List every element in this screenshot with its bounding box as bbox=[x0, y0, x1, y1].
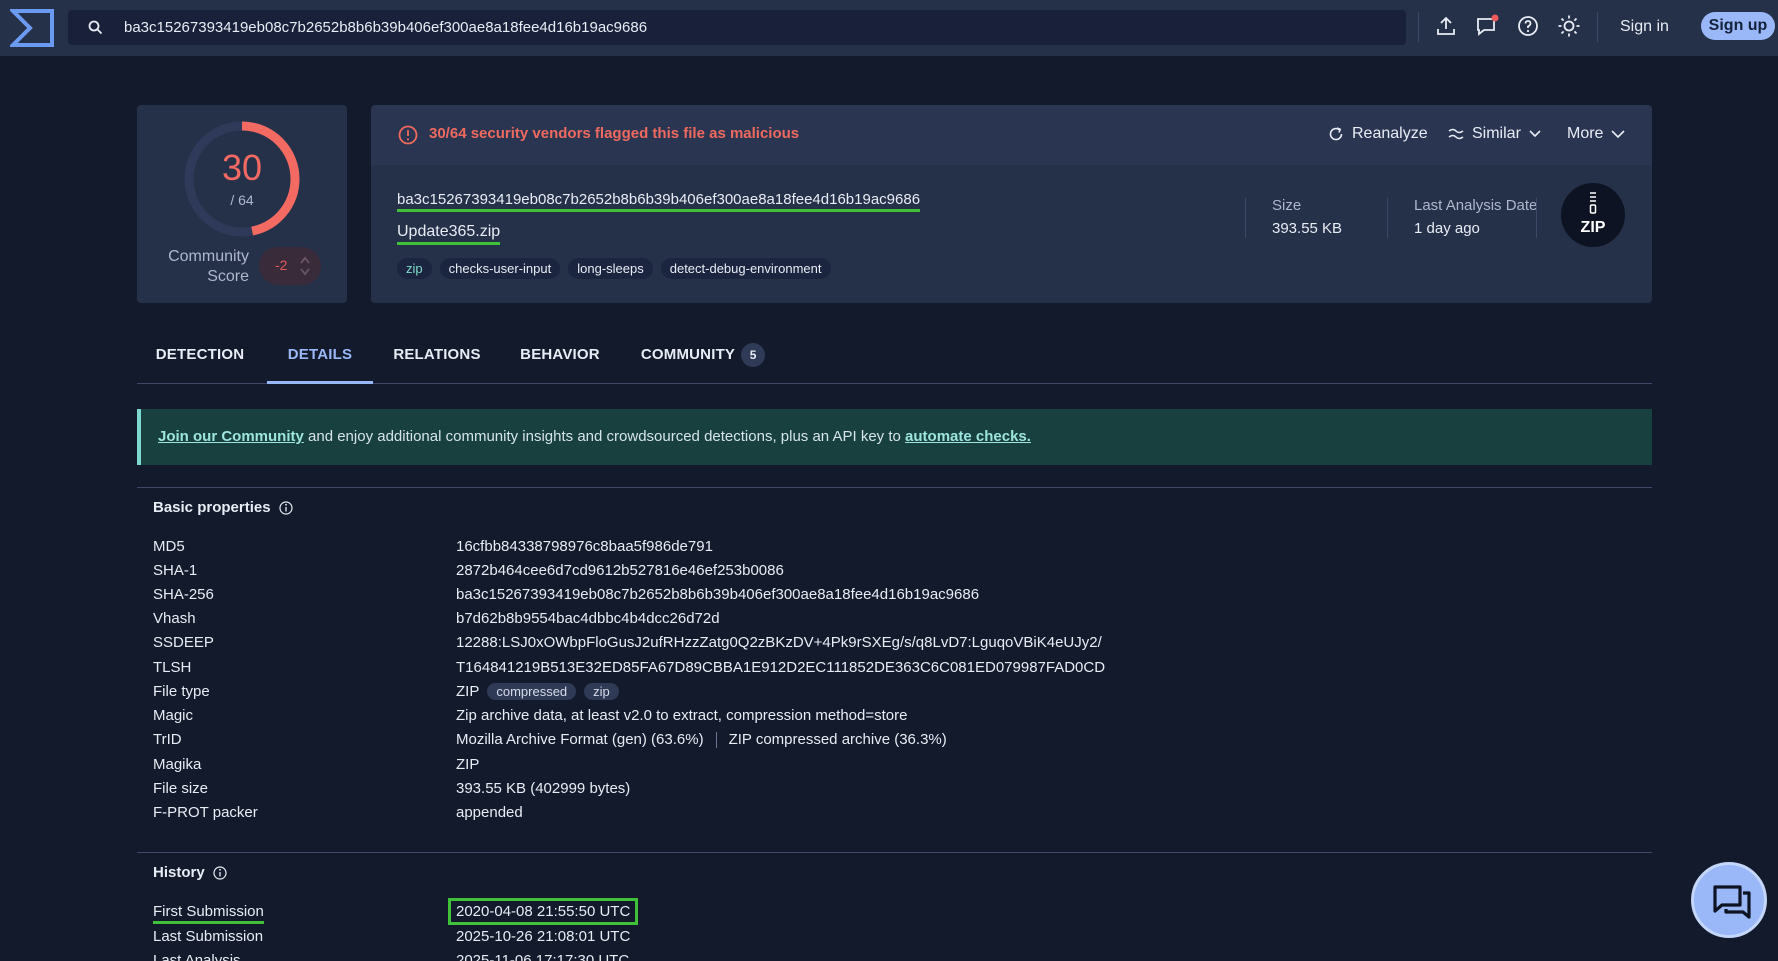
property-row-vhash: Vhash b7d62b8b9554bac4dbbc4b4dcc26d72d bbox=[153, 610, 720, 627]
last-analysis-value: 1 day ago bbox=[1414, 220, 1480, 237]
size-value: 393.55 KB bbox=[1272, 220, 1343, 237]
tag[interactable]: zip bbox=[584, 683, 619, 700]
property-row-file-size: File size 393.55 KB (402999 bytes) bbox=[153, 780, 631, 797]
chevron-down-icon bbox=[1611, 129, 1626, 138]
history-heading: History bbox=[153, 864, 227, 881]
detections-count: 30 bbox=[221, 147, 263, 188]
property-row-file-type: File type ZIP compressed zip bbox=[153, 683, 1553, 707]
divider bbox=[1597, 12, 1598, 42]
community-banner: Join our Community and enjoy additional … bbox=[137, 409, 1652, 465]
help-icon[interactable] bbox=[1516, 14, 1540, 38]
banner-text: and enjoy additional community insights … bbox=[303, 428, 906, 445]
divider bbox=[715, 732, 717, 749]
community-count-badge: 5 bbox=[741, 343, 766, 368]
property-row-magika: Magika ZIP bbox=[153, 756, 480, 773]
property-row-ssdeep: SSDEEP 12288:LSJ0xOWbpFloGusJ2ufRHzzZatg0… bbox=[153, 634, 1102, 651]
similar-icon bbox=[1448, 128, 1464, 140]
community-score-pill[interactable]: -2 bbox=[259, 247, 321, 285]
divider bbox=[137, 487, 1652, 488]
report-tabs: DETECTION DETAILS RELATIONS BEHAVIOR COM… bbox=[137, 330, 1652, 384]
tag[interactable]: compressed bbox=[487, 683, 577, 700]
search-input[interactable] bbox=[124, 10, 1384, 45]
tab-relations[interactable]: RELATIONS bbox=[377, 330, 497, 384]
property-row-sha256: SHA-256 ba3c15267393419eb08c7b2652b8b6b39… bbox=[153, 586, 980, 603]
tag[interactable]: detect-debug-environment bbox=[660, 258, 831, 279]
tag[interactable]: long-sleeps bbox=[568, 258, 653, 279]
property-row-fprot-packer: F-PROT packer appended bbox=[153, 804, 523, 821]
divider bbox=[1387, 198, 1388, 238]
chevron-down-icon bbox=[1529, 130, 1541, 138]
total-vendors: / 64 bbox=[230, 192, 254, 208]
more-dropdown[interactable]: More bbox=[1567, 125, 1626, 143]
sign-up-button[interactable]: Sign up bbox=[1701, 12, 1775, 40]
size-label: Size bbox=[1272, 197, 1302, 214]
info-icon[interactable] bbox=[213, 865, 227, 880]
first-submission-date: 2020-04-08 21:55:50 UTC bbox=[448, 898, 639, 925]
vote-arrows-icon[interactable] bbox=[299, 255, 311, 277]
file-hash-link[interactable]: ba3c15267393419eb08c7b2652b8b6b39b406ef3… bbox=[397, 191, 921, 212]
divider bbox=[137, 852, 1652, 853]
file-name: Update365.zip bbox=[397, 223, 501, 245]
divider bbox=[1245, 198, 1246, 238]
search-bar[interactable] bbox=[68, 10, 1406, 45]
alert-icon bbox=[398, 125, 418, 145]
property-row-sha1: SHA-1 2872b464cee6d7cd9612b527816e46ef253… bbox=[153, 562, 784, 579]
history-row-last-analysis: Last Analysis 2025-11-06 17:17:30 UTC bbox=[153, 952, 630, 961]
property-row-trid: TrID Mozilla Archive Format (gen) (63.6%… bbox=[153, 731, 947, 749]
tab-details[interactable]: DETAILS bbox=[267, 330, 373, 384]
tag[interactable]: zip bbox=[397, 258, 432, 279]
refresh-icon bbox=[1329, 127, 1343, 141]
tab-detection[interactable]: DETECTION bbox=[137, 330, 263, 384]
history-row-last-submission: Last Submission 2025-10-26 21:08:01 UTC bbox=[153, 928, 631, 945]
tab-behavior[interactable]: BEHAVIOR bbox=[501, 330, 619, 384]
sign-in-link[interactable]: Sign in bbox=[1620, 13, 1669, 41]
file-summary-card: 30/64 security vendors flagged this file… bbox=[371, 105, 1652, 303]
top-bar: Sign in Sign up bbox=[0, 0, 1778, 56]
property-row-md5: MD5 16cfbb84338798976c8baa5f986de791 bbox=[153, 538, 713, 555]
automate-checks-link[interactable]: automate checks. bbox=[905, 428, 1031, 445]
community-score-label: Community Score bbox=[168, 248, 249, 285]
community-score-value: -2 bbox=[275, 257, 288, 273]
malicious-alert-text: 30/64 security vendors flagged this file… bbox=[429, 125, 800, 142]
virustotal-logo-icon[interactable] bbox=[10, 8, 55, 48]
divider bbox=[1418, 12, 1419, 42]
detection-score-card: 30 / 64 Community Score -2 bbox=[137, 105, 347, 303]
last-analysis-label: Last Analysis Date bbox=[1414, 197, 1538, 214]
file-tags: zip checks-user-input long-sleeps detect… bbox=[397, 258, 831, 279]
reanalyze-button[interactable]: Reanalyze bbox=[1328, 125, 1428, 143]
info-icon[interactable] bbox=[278, 500, 293, 515]
upload-icon[interactable] bbox=[1434, 14, 1458, 38]
join-community-link[interactable]: Join our Community bbox=[158, 428, 304, 445]
chat-support-button[interactable] bbox=[1691, 862, 1767, 938]
search-icon bbox=[88, 20, 103, 35]
history-row-first-submission: First Submission 2020-04-08 21:55:50 UTC bbox=[153, 898, 1553, 927]
chat-icon bbox=[1713, 885, 1751, 919]
tag[interactable]: checks-user-input bbox=[439, 258, 561, 279]
notifications-icon[interactable] bbox=[1475, 14, 1499, 38]
property-row-magic: Magic Zip archive data, at least v2.0 to … bbox=[153, 707, 908, 724]
similar-dropdown[interactable]: Similar bbox=[1448, 125, 1541, 143]
property-row-tlsh: TLSH T164841219B513E32ED85FA67D89CBBA1E91… bbox=[153, 659, 1106, 676]
alert-bar: 30/64 security vendors flagged this file… bbox=[371, 105, 1652, 165]
file-type-badge: ZIP bbox=[1561, 183, 1625, 247]
theme-toggle-icon[interactable] bbox=[1557, 14, 1581, 38]
divider bbox=[1536, 198, 1537, 238]
basic-properties-heading: Basic properties bbox=[153, 499, 293, 516]
zip-file-icon bbox=[1589, 192, 1597, 214]
tab-community[interactable]: COMMUNITY 5 bbox=[623, 330, 783, 384]
